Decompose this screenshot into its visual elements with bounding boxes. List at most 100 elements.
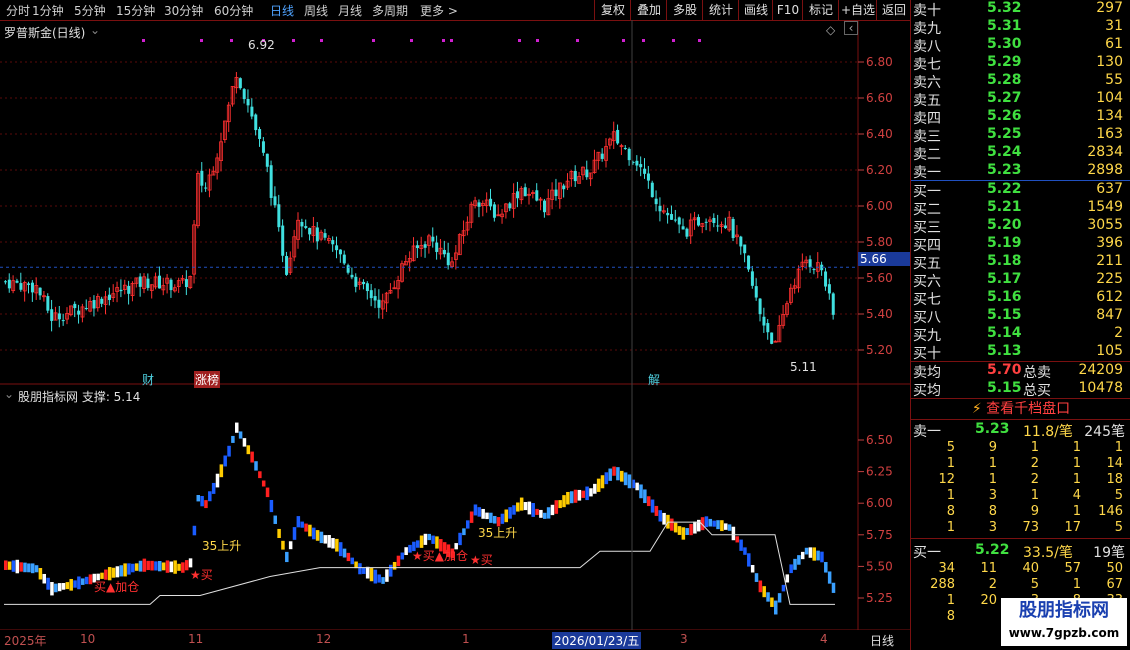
ask-row: 卖四 5.26 134 — [911, 108, 1130, 127]
indicator-block — [65, 582, 70, 590]
buy1-queue-cell: 50 — [1106, 561, 1123, 576]
indicator-block — [258, 471, 262, 479]
indicator-chevron-icon[interactable]: ⌄ — [4, 387, 14, 401]
tab-timeshare[interactable]: 分时 — [6, 2, 30, 19]
tab-more[interactable]: 更多 > — [420, 2, 458, 19]
ask-label: 卖三 — [913, 129, 941, 145]
candle-body — [107, 294, 111, 301]
indicator-block — [161, 562, 166, 571]
indicator-block — [146, 560, 150, 571]
bid-volume: 211 — [1096, 253, 1123, 269]
indicator-block — [131, 563, 135, 573]
period-button[interactable]: 日线 — [870, 632, 894, 649]
indicator-block — [46, 577, 50, 590]
view-full-depth-button[interactable]: ⚡ 查看千档盘口 — [911, 399, 1130, 419]
ind-y-tick-label: 5.75 — [866, 528, 893, 542]
indicator-block — [173, 560, 177, 574]
f10-button[interactable]: F10 — [772, 0, 803, 20]
event-tag-limit-list[interactable]: 涨榜 — [194, 371, 221, 388]
candle-body — [812, 269, 816, 271]
candle-body — [562, 185, 566, 190]
bid-row: 买四 5.19 396 — [911, 235, 1130, 254]
tab-multi-period[interactable]: 多周期 — [372, 2, 408, 19]
indicator-block — [739, 539, 743, 551]
ind-y-tick-label: 6.50 — [866, 433, 893, 447]
indicator-block — [350, 557, 354, 565]
ask-price: 5.30 — [987, 36, 1022, 52]
chevron-down-icon[interactable]: ⌄ — [90, 23, 100, 37]
event-tag-unlock[interactable]: 解 — [648, 371, 660, 388]
chart-area[interactable]: 6.80 6.60 6.40 6.20 6.00 5.80 5.60 5.40 5.20 6.50… — [0, 20, 910, 630]
sell1-queue-cell: 4 — [1072, 488, 1081, 503]
tab-60min[interactable]: 60分钟 — [214, 2, 253, 19]
indicator-block — [246, 445, 251, 455]
restore-rights-button[interactable]: 复权 — [594, 0, 631, 20]
indicator-block — [831, 582, 836, 593]
candle-body — [158, 275, 161, 289]
indicator-block — [804, 547, 809, 555]
overlay-button[interactable]: 叠加 — [630, 0, 667, 20]
ask-price: 5.24 — [987, 144, 1022, 160]
tab-daily[interactable]: 日线 — [270, 2, 294, 19]
tab-15min[interactable]: 15分钟 — [116, 2, 155, 19]
tab-monthly[interactable]: 月线 — [338, 2, 362, 19]
candle-body — [762, 316, 766, 326]
annotation-up35-2: 35上升 — [478, 526, 518, 540]
sell1-queue-cell: 5 — [1114, 488, 1123, 503]
draw-line-button[interactable]: 画线 — [738, 0, 773, 20]
ask-price: 5.32 — [987, 0, 1022, 16]
ask-label: 卖七 — [913, 57, 941, 73]
y-tick-label: 6.00 — [866, 199, 893, 213]
y-tick-label: 5.60 — [866, 271, 893, 285]
indicator-block — [462, 528, 466, 536]
indicator-block — [466, 520, 470, 529]
mark-button[interactable]: 标记 — [802, 0, 839, 20]
indicator-block — [585, 486, 589, 501]
indicator-block — [27, 563, 31, 573]
indicator-block — [612, 466, 616, 476]
indicator-block — [670, 518, 674, 531]
tab-1min[interactable]: 1分钟 — [32, 2, 64, 19]
indicator-block — [57, 583, 62, 592]
indicator-block — [81, 578, 85, 585]
diamond-icon[interactable]: ◇ — [826, 23, 835, 37]
multi-stock-button[interactable]: 多股 — [666, 0, 703, 20]
sell1-queue-cell: 5 — [1114, 520, 1123, 535]
candle-body — [431, 236, 435, 242]
indicator-block — [658, 510, 662, 522]
sell1-queue-label: 卖一 — [913, 424, 941, 440]
candle-body — [766, 323, 770, 333]
tab-weekly[interactable]: 周线 — [304, 2, 328, 19]
ask-label: 卖二 — [913, 147, 941, 163]
indicator-block — [654, 505, 659, 516]
indicator-block — [712, 520, 716, 527]
bid-volume: 847 — [1096, 307, 1123, 323]
indicator-block — [608, 468, 612, 481]
candle-body — [285, 256, 289, 275]
back-button[interactable]: 返回 — [876, 0, 911, 20]
tab-5min[interactable]: 5分钟 — [74, 2, 106, 19]
collapse-icon[interactable]: ‹ — [844, 21, 858, 35]
candle-body — [338, 249, 342, 255]
candle-body — [508, 203, 512, 209]
tab-30min[interactable]: 30分钟 — [164, 2, 203, 19]
buy1-queue-cell: 1 — [1072, 577, 1081, 592]
indicator-block — [735, 536, 739, 543]
event-tag-finance[interactable]: 财 — [142, 371, 154, 388]
ask-price: 5.29 — [987, 54, 1022, 70]
indicator-block — [119, 565, 123, 577]
candle-body — [304, 226, 308, 228]
buy1-queue-row: 288 2 5 1 67 — [911, 577, 1130, 593]
indicator-block — [61, 583, 66, 590]
stats-button[interactable]: 统计 — [702, 0, 739, 20]
sell1-queue-cell: 14 — [1106, 456, 1123, 471]
add-watchlist-button[interactable]: +自选 — [838, 0, 877, 20]
bid-label: 买七 — [913, 292, 941, 308]
low-price-label: 5.11 — [790, 360, 817, 374]
annotation-buy-add-2: ★买▲加仓 — [412, 549, 468, 563]
candle-body — [616, 129, 620, 144]
avg-sell-row: 卖均 5.70 总卖 24209 — [911, 362, 1130, 381]
indicator-block — [774, 600, 778, 615]
ask-label: 卖六 — [913, 75, 941, 91]
sell1-queue-cell: 2 — [1030, 456, 1039, 471]
